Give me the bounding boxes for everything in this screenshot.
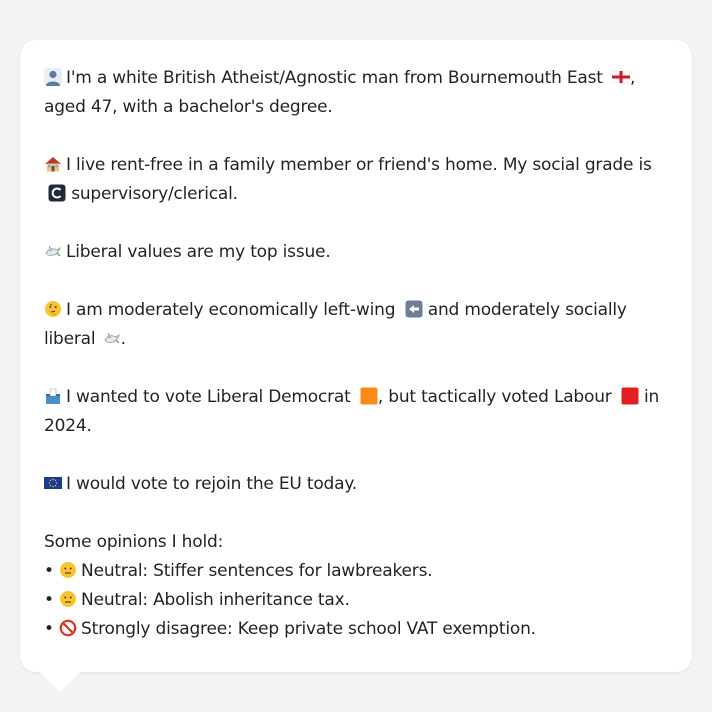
dove-icon [104, 332, 120, 344]
no-entry-icon [59, 619, 77, 637]
house-icon [45, 157, 61, 172]
social-grade-text: supervisory/clerical. [66, 184, 238, 204]
list-item: • Neutral: Abolish inheritance tax. [44, 586, 668, 615]
opinions-section: Some opinions I hold: • Neutral: Stiffer… [44, 528, 668, 644]
orange-square-icon [360, 387, 378, 405]
vote-preference-text: I wanted to vote Liberal Democrat [66, 387, 351, 407]
top-issue-text: Liberal values are my top issue. [66, 242, 331, 262]
neutral-face-icon [60, 591, 77, 607]
ballot-box-icon [46, 388, 60, 404]
neutral-face-icon [60, 562, 77, 578]
bullet: • [44, 619, 54, 639]
bullet: • [44, 561, 54, 581]
opinions-heading: Some opinions I hold: [44, 532, 224, 552]
bullet: • [44, 590, 54, 610]
eu-paragraph: I would vote to rejoin the EU today. [44, 470, 668, 499]
opinion-text: Strongly disagree: Keep private school V… [81, 619, 536, 639]
thinking-face-icon [45, 301, 61, 317]
dove-icon [45, 245, 62, 257]
identity-text: I'm a white British Atheist/Agnostic man… [66, 68, 603, 88]
eu-text: I would vote to rejoin the EU today. [66, 474, 357, 494]
housing-text: I live rent-free in a family member or f… [66, 155, 652, 175]
list-item: • Strongly disagree: Keep private school… [44, 615, 668, 644]
list-item: • Neutral: Stiffer sentences for lawbrea… [44, 557, 668, 586]
opinion-text: Neutral: Abolish inheritance tax. [81, 590, 350, 610]
red-square-icon [621, 387, 639, 405]
ideology-paragraph: I am moderately economically left-wing a… [44, 296, 668, 354]
letter-c-icon [48, 184, 66, 202]
opinion-text: Neutral: Stiffer sentences for lawbreake… [81, 561, 433, 581]
housing-paragraph: I live rent-free in a family member or f… [44, 151, 668, 209]
vote-tactical-text: , but tactically voted Labour [377, 387, 612, 407]
chat-bubble: I'm a white British Atheist/Agnostic man… [20, 40, 692, 672]
person-silhouette-icon [44, 68, 62, 86]
eu-flag-icon [44, 477, 62, 489]
bubble-tail [40, 672, 80, 692]
ideology-economic-text: I am moderately economically left-wing [66, 300, 396, 320]
england-flag-icon [611, 70, 630, 84]
top-issue-paragraph: Liberal values are my top issue. [44, 238, 668, 267]
identity-paragraph: I'm a white British Atheist/Agnostic man… [44, 64, 668, 122]
ideology-end: . [120, 329, 126, 349]
vote-paragraph: I wanted to vote Liberal Democrat , but … [44, 383, 668, 441]
left-arrow-icon [405, 300, 423, 318]
